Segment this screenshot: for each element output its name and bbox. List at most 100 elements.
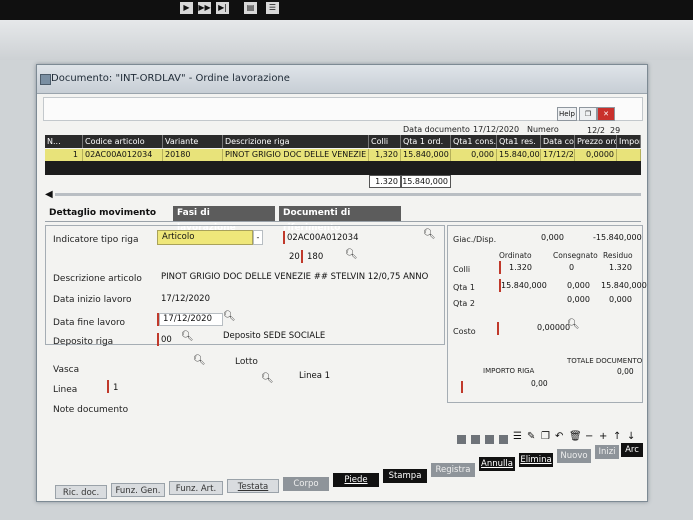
deposito-code-field[interactable]: 00	[161, 335, 172, 345]
close-icon[interactable]: ✕	[597, 107, 615, 121]
corpo-button[interactable]: Corpo	[283, 477, 329, 491]
grid-icon[interactable]	[499, 435, 508, 444]
codice-articolo-field[interactable]: 02AC00A012034	[287, 233, 359, 243]
document-icon	[40, 74, 51, 85]
qta1-ordinato[interactable]: 15.840,000	[501, 281, 547, 290]
importo-riga-value: 0,00	[531, 379, 548, 388]
row-cell-variante[interactable]: 20180	[163, 149, 223, 161]
col-header-colli[interactable]: Colli	[369, 135, 401, 148]
row-cell-n[interactable]: 1	[45, 149, 83, 161]
col-header-qta-res[interactable]: Qta1 res.	[497, 135, 541, 148]
data-fine-label: Data fine lavoro	[53, 318, 125, 328]
indicatore-value: Articolo	[162, 232, 195, 242]
variante-b-field[interactable]: 180	[307, 252, 323, 262]
col-header-prezzo[interactable]: Prezzo ord...	[575, 135, 617, 148]
col-header-importo[interactable]: Importo	[617, 135, 641, 148]
restore-icon[interactable]: ❐	[579, 107, 597, 121]
copy-icon[interactable]: ❐	[541, 431, 550, 442]
qta2-label: Qta 2	[453, 299, 475, 308]
vasca-label: Vasca	[53, 365, 80, 375]
list-icon[interactable]: ☰	[266, 2, 279, 14]
colli-ordinato[interactable]: 1.320	[509, 263, 532, 272]
totale-documento-value: 0,00	[617, 367, 634, 376]
row-cell-qta-ord[interactable]: 15.840,000	[401, 149, 451, 161]
arc-button[interactable]: Arc	[621, 443, 643, 457]
nuovo-button[interactable]: Nuovo	[557, 449, 591, 463]
printer-icon[interactable]: ▤	[244, 2, 257, 14]
required-mark	[283, 231, 285, 244]
giac-value-2: -15.840,000	[593, 233, 642, 242]
linea-field[interactable]: 1	[113, 383, 118, 393]
edit-icon[interactable]: ✎	[527, 431, 535, 442]
col-header-n[interactable]: N...	[45, 135, 83, 148]
required-mark	[107, 380, 109, 393]
search-data-fine-icon[interactable]: 🔍︎	[223, 311, 236, 322]
scroll-left-icon[interactable]: ◀	[45, 189, 53, 200]
tab-documenti-riferimento[interactable]: Documenti di riferimento	[279, 206, 401, 233]
total-qta-ord: 15.840,000	[401, 175, 451, 188]
search-deposito-icon[interactable]: 🔍︎	[181, 331, 194, 342]
search-variante-icon[interactable]: 🔍︎	[345, 249, 358, 260]
tab-dettaglio-movimento[interactable]: Dettaglio movimento	[45, 206, 169, 221]
grid-icon[interactable]	[457, 435, 466, 444]
data-fine-value: 17/12/2020	[163, 314, 212, 324]
grid-icon[interactable]	[485, 435, 494, 444]
horizontal-scrollbar[interactable]	[55, 193, 641, 196]
grid-icon[interactable]	[471, 435, 480, 444]
row-cell-prezzo[interactable]: 0,0000	[575, 149, 617, 161]
help-button[interactable]: Help	[557, 107, 577, 121]
qta1-consegnato: 0,000	[567, 281, 590, 290]
row-cell-descrizione[interactable]: PINOT GRIGIO DOC DELLE VENEZIE	[223, 149, 369, 161]
play-icon[interactable]: ▶	[180, 2, 193, 14]
linea-description: Linea 1	[299, 371, 331, 381]
indicatore-dropdown-icon[interactable]: -	[253, 230, 263, 245]
elimina-button[interactable]: Elimina	[519, 453, 553, 467]
arrow-up-icon[interactable]: ↑	[613, 431, 621, 442]
costo-value[interactable]: 0,00000	[537, 323, 570, 332]
piede-button[interactable]: Piede	[333, 473, 379, 487]
data-inizio-field[interactable]: 17/12/2020	[161, 294, 210, 304]
data-fine-field[interactable]: 17/12/2020	[159, 313, 223, 326]
row-cell-importo[interactable]	[617, 149, 641, 161]
col-header-qta-cons[interactable]: Qta1 cons.	[451, 135, 497, 148]
ric-doc-button[interactable]: Ric. doc.	[55, 485, 107, 499]
row-cell-codice[interactable]: 02AC00A012034	[83, 149, 163, 161]
trash-icon[interactable]: 🗑︎	[569, 431, 582, 442]
deposito-description: Deposito SEDE SOCIALE	[223, 331, 326, 341]
search-vasca-icon[interactable]: 🔍︎	[193, 355, 206, 366]
row-cell-qta-cons[interactable]: 0,000	[451, 149, 497, 161]
rows-grid: N... Codice articolo Variante Descrizion…	[45, 135, 641, 188]
testata-button[interactable]: Testata	[227, 479, 279, 493]
funz-gen-button[interactable]: Funz. Gen.	[111, 483, 165, 497]
row-cell-data[interactable]: 17/12/2020	[541, 149, 575, 161]
registra-button[interactable]: Registra	[431, 463, 475, 477]
fast-forward-icon[interactable]: ▶▶	[198, 2, 211, 14]
numero-suffix: 29	[610, 126, 621, 135]
arrow-down-icon[interactable]: ↓	[627, 431, 635, 442]
window-titlebar[interactable]: Documento: "INT-ORDLAV" - Ordine lavoraz…	[37, 65, 647, 94]
col-header-qta-ord[interactable]: Qta 1 ord.	[401, 135, 451, 148]
list-icon[interactable]: ☰	[513, 431, 522, 442]
search-linea-icon[interactable]: 🔍︎	[261, 373, 274, 384]
tab-fasi-lavorazione[interactable]: Fasi di lavorazione	[173, 206, 275, 233]
col-header-data[interactable]: Data co...	[541, 135, 575, 148]
annulla-button[interactable]: Annulla	[479, 457, 515, 471]
stampa-button[interactable]: Stampa	[383, 469, 427, 483]
funz-art-button[interactable]: Funz. Art.	[169, 481, 223, 495]
col-header-descrizione[interactable]: Descrizione riga	[223, 135, 369, 148]
row-cell-qta-res[interactable]: 15.840,000	[497, 149, 541, 161]
col-header-variante[interactable]: Variante	[163, 135, 223, 148]
undo-icon[interactable]: ↶	[555, 431, 563, 442]
variante-a-field[interactable]: 20	[289, 252, 300, 262]
minus-icon[interactable]: −	[585, 431, 593, 442]
indicatore-select[interactable]: Articolo	[157, 230, 253, 245]
colli-residuo: 1.320	[609, 263, 632, 272]
search-codice-icon[interactable]: 🔍︎	[423, 229, 436, 240]
skip-end-icon[interactable]: ▶|	[216, 2, 229, 14]
plus-icon[interactable]: +	[599, 431, 607, 442]
row-cell-colli[interactable]: 1,320	[369, 149, 401, 161]
col-header-codice[interactable]: Codice articolo	[83, 135, 163, 148]
inizi-button[interactable]: Inizi	[595, 445, 619, 459]
totale-documento-label: TOTALE DOCUMENTO	[567, 357, 643, 365]
search-costo-icon[interactable]: 🔍︎	[567, 319, 580, 330]
